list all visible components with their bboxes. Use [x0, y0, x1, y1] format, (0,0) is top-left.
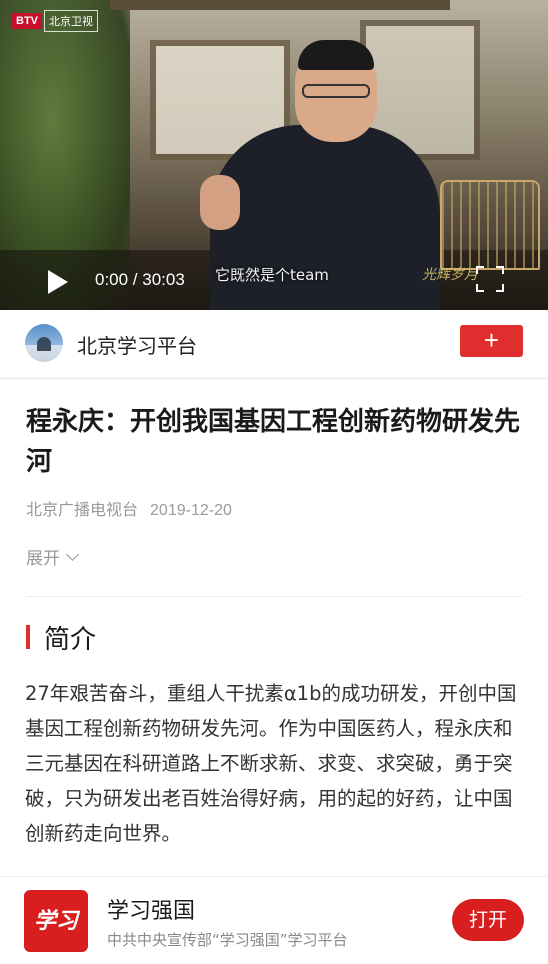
- bird-cage: [440, 180, 540, 270]
- speaker-hair: [298, 40, 374, 70]
- app-description: 中共中央宣传部“学习强国”学习平台: [107, 931, 348, 949]
- expand-label: 展开: [26, 549, 60, 569]
- video-background-beam: [110, 0, 450, 10]
- btv-logo-brand: BTV: [12, 13, 42, 29]
- app-name: 学习强国: [107, 899, 196, 924]
- section-heading: 简介: [26, 621, 97, 655]
- video-player[interactable]: BTV 北京卫视 0:00 / 30:03 它既然是个team 光辉岁月: [0, 0, 548, 310]
- video-watermark: 光辉岁月: [422, 267, 478, 283]
- divider: [0, 378, 548, 380]
- btv-logo-channel: 北京卫视: [44, 10, 98, 32]
- play-icon[interactable]: [48, 270, 68, 294]
- speaker-hand: [200, 175, 240, 230]
- divider: [26, 596, 522, 597]
- avatar[interactable]: [25, 324, 63, 362]
- article-meta: 北京广播电视台 2019-12-20: [26, 496, 232, 520]
- xuexi-logo: 学习: [24, 890, 88, 952]
- chevron-down-icon: [66, 547, 79, 561]
- avatar-tower: [37, 337, 51, 351]
- article-source: 北京广播电视台: [26, 500, 139, 519]
- section-accent-bar: [26, 625, 30, 649]
- open-app-button[interactable]: 打开: [452, 899, 524, 941]
- speaker-glasses: [302, 84, 370, 98]
- video-controls: 0:00 / 30:03 它既然是个team 光辉岁月: [0, 262, 548, 302]
- fullscreen-icon[interactable]: [476, 266, 504, 292]
- channel-name[interactable]: 北京学习平台: [77, 330, 197, 359]
- expand-button[interactable]: 展开: [26, 544, 79, 569]
- section-title: 简介: [44, 624, 97, 655]
- article-title: 程永庆：开创我国基因工程创新药物研发先河: [26, 407, 521, 477]
- video-time: 0:00 / 30:03: [95, 270, 185, 289]
- article-date: 2019-12-20: [150, 502, 232, 519]
- intro-text: 27年艰苦奋斗，重组人干扰素α1b的成功研发，开创中国基因工程创新药物研发先河。…: [25, 682, 517, 845]
- app-download-banner[interactable]: 学习 学习强国 中共中央宣传部“学习强国”学习平台 打开: [0, 876, 548, 964]
- channel-row: 北京学习平台 +: [0, 310, 548, 378]
- follow-button[interactable]: +: [460, 325, 523, 357]
- btv-logo: BTV 北京卫视: [12, 10, 98, 32]
- video-subtitle: 它既然是个team: [215, 266, 329, 284]
